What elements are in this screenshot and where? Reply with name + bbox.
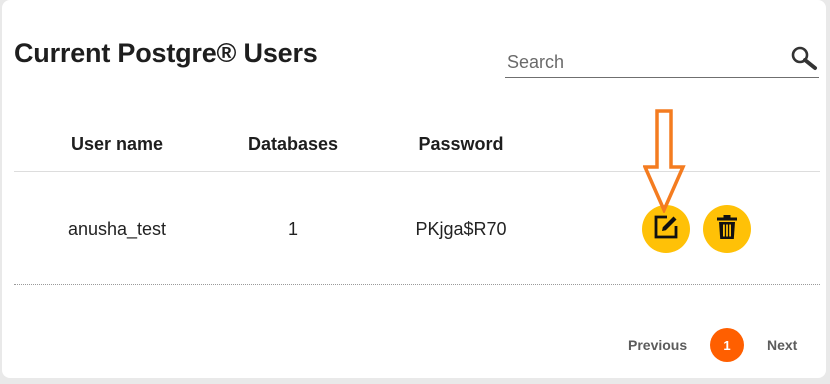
edit-icon xyxy=(653,214,679,245)
search-box xyxy=(505,44,819,78)
search-input[interactable] xyxy=(507,50,777,74)
search-icon[interactable] xyxy=(789,44,819,74)
next-page-button[interactable]: Next xyxy=(767,337,797,353)
previous-page-button[interactable]: Previous xyxy=(628,337,687,353)
column-header-databases: Databases xyxy=(247,134,339,154)
page-title: Current Postgre® Users xyxy=(14,38,318,68)
cell-password: PKjga$R70 xyxy=(415,219,507,239)
column-header-user-name: User name xyxy=(70,134,164,154)
annotation-arrow-icon xyxy=(643,109,686,213)
cell-databases: 1 xyxy=(287,219,298,239)
delete-user-button[interactable] xyxy=(703,205,751,253)
header-divider xyxy=(14,171,820,172)
delete-icon xyxy=(715,214,739,245)
cell-user-name: anusha_test xyxy=(67,219,167,239)
row-divider xyxy=(14,284,820,285)
column-header-password: Password xyxy=(418,134,504,154)
page-1-button[interactable]: 1 xyxy=(710,328,744,362)
users-card: Current Postgre® Users User name Databas… xyxy=(2,0,826,378)
